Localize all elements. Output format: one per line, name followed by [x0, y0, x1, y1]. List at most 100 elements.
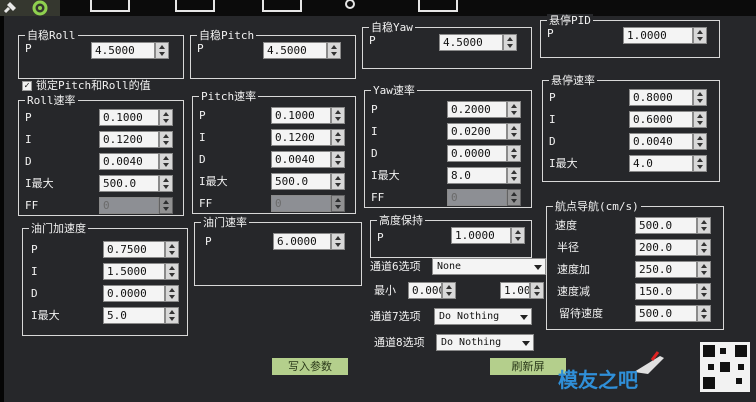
pitch-rate-imax-input[interactable]: 500.0: [271, 173, 331, 190]
param-label: D: [199, 153, 206, 166]
throttle-accel-p-spinner[interactable]: [165, 241, 179, 258]
loiter-rate-d-input[interactable]: 0.0040: [629, 133, 693, 150]
group-loiter-rate: 悬停速率 P 0.8000 I 0.6000 D 0.0040 I最大 4.0: [542, 74, 720, 182]
throttle-accel-imax-spinner[interactable]: [165, 307, 179, 324]
loiter-rate-imax-input[interactable]: 4.0: [629, 155, 693, 172]
ch6-max-input[interactable]: 1.000: [500, 282, 530, 299]
roll-rate-ff-input: 0: [99, 197, 159, 214]
throttle-accel-i-spinner[interactable]: [165, 263, 179, 280]
wpnav-speed-up-spinner[interactable]: [697, 261, 711, 278]
wpnav-loiter-speed-input[interactable]: 500.0: [635, 305, 697, 322]
pitch-rate-imax-spinner[interactable]: [331, 173, 345, 190]
wpnav-speed-dn-spinner[interactable]: [697, 283, 711, 300]
roll-rate-d-input[interactable]: 0.0040: [99, 153, 159, 170]
throttle-accel-d-input[interactable]: 0.0000: [103, 285, 165, 302]
loiter-p-input[interactable]: 1.0000: [623, 27, 693, 44]
wpnav-speed-input[interactable]: 500.0: [635, 217, 697, 234]
config-panel: 自稳Roll P 4.5000 自稳Pitch P 4.5000 自稳Yaw P…: [4, 14, 756, 402]
monitor-icon-3[interactable]: [262, 0, 302, 12]
pitch-rate-i-spinner[interactable]: [331, 129, 345, 146]
pitch-rate-d-input[interactable]: 0.0040: [271, 151, 331, 168]
loiter-rate-imax-spinner[interactable]: [693, 155, 707, 172]
param-label: I: [25, 133, 32, 146]
pitch-rate-p-spinner[interactable]: [331, 107, 345, 124]
group-loiter-pid: 悬停PID P 1.0000: [540, 14, 720, 58]
param-label: D: [549, 135, 556, 148]
roll-rate-p-spinner[interactable]: [159, 109, 173, 126]
throttle-accel-p-input[interactable]: 0.7500: [103, 241, 165, 258]
roll-p-input[interactable]: 4.5000: [91, 42, 155, 59]
link-icon[interactable]: [340, 0, 360, 14]
yaw-rate-i-spinner[interactable]: [507, 123, 521, 140]
lock-pitch-roll-label: 锁定Pitch和Roll的值: [36, 79, 151, 92]
ch6-select[interactable]: None: [432, 258, 546, 275]
ch6-min-spinner[interactable]: [442, 282, 456, 299]
roll-p-spinner[interactable]: [155, 42, 169, 59]
wpnav-speed-spinner[interactable]: [697, 217, 711, 234]
loiter-rate-p-spinner[interactable]: [693, 89, 707, 106]
group-waypoint-nav: 航点导航(cm/s) 速度 500.0 半径 200.0 速度加 250.0 速…: [546, 200, 724, 330]
pitch-rate-i-input[interactable]: 0.1200: [271, 129, 331, 146]
ch6-max-spinner[interactable]: [530, 282, 544, 299]
altitude-hold-p-input[interactable]: 1.0000: [451, 227, 511, 244]
qr-code: [700, 342, 750, 392]
param-label: P: [547, 27, 554, 40]
param-label: P: [369, 34, 376, 47]
monitor-icon-1[interactable]: [90, 0, 130, 12]
roll-rate-p-input[interactable]: 0.1000: [99, 109, 159, 126]
roll-rate-imax-input[interactable]: 500.0: [99, 175, 159, 192]
ch8-select[interactable]: Do Nothing: [436, 334, 534, 351]
ch6-label: 通道6选项: [370, 260, 421, 273]
wpnav-radius-spinner[interactable]: [697, 239, 711, 256]
wpnav-speed-up-input[interactable]: 250.0: [635, 261, 697, 278]
lock-pitch-roll-checkbox[interactable]: ✓: [22, 81, 32, 91]
param-label: D: [25, 155, 32, 168]
roll-rate-imax-spinner[interactable]: [159, 175, 173, 192]
throttle-accel-i-input[interactable]: 1.5000: [103, 263, 165, 280]
loiter-p-spinner[interactable]: [693, 27, 707, 44]
yaw-rate-imax-spinner[interactable]: [507, 167, 521, 184]
yaw-rate-i-input[interactable]: 0.0200: [447, 123, 507, 140]
loiter-rate-i-spinner[interactable]: [693, 111, 707, 128]
throttle-accel-d-spinner[interactable]: [165, 285, 179, 302]
pitch-p-input[interactable]: 4.5000: [263, 42, 327, 59]
write-params-button[interactable]: 写入参数: [272, 358, 348, 375]
group-altitude-hold: 高度保持 P 1.0000: [370, 214, 532, 258]
roll-rate-d-spinner[interactable]: [159, 153, 173, 170]
yaw-p-input[interactable]: 4.5000: [439, 34, 503, 51]
throttle-rate-p-input[interactable]: 6.0000: [273, 233, 331, 250]
ch6-min-input[interactable]: 0.000: [408, 282, 442, 299]
wpnav-loiter-speed-spinner[interactable]: [697, 305, 711, 322]
loiter-rate-d-spinner[interactable]: [693, 133, 707, 150]
pitch-rate-d-spinner[interactable]: [331, 151, 345, 168]
roll-rate-i-input[interactable]: 0.1200: [99, 131, 159, 148]
yaw-rate-d-input[interactable]: 0.0000: [447, 145, 507, 162]
yaw-p-spinner[interactable]: [503, 34, 517, 51]
yaw-rate-p-spinner[interactable]: [507, 101, 521, 118]
pitch-p-spinner[interactable]: [327, 42, 341, 59]
wpnav-radius-input[interactable]: 200.0: [635, 239, 697, 256]
group-stabilize-roll: 自稳Roll P 4.5000: [18, 29, 184, 79]
yaw-rate-imax-input[interactable]: 8.0: [447, 167, 507, 184]
tab-config[interactable]: [0, 0, 60, 16]
ch7-select[interactable]: Do Nothing: [434, 308, 532, 325]
pitch-rate-ff-input: 0: [271, 195, 331, 212]
ch8-selected-value: Do Nothing: [441, 337, 502, 348]
monitor-icon-4[interactable]: [418, 0, 458, 12]
param-label: P: [199, 109, 206, 122]
altitude-hold-p-spinner[interactable]: [511, 227, 525, 244]
yaw-rate-d-spinner[interactable]: [507, 145, 521, 162]
yaw-rate-p-input[interactable]: 0.2000: [447, 101, 507, 118]
pitch-rate-p-input[interactable]: 0.1000: [271, 107, 331, 124]
loiter-rate-p-input[interactable]: 0.8000: [629, 89, 693, 106]
monitor-icon-2[interactable]: [175, 0, 215, 12]
wpnav-speed-dn-input[interactable]: 150.0: [635, 283, 697, 300]
param-label: 留待速度: [559, 307, 603, 320]
roll-rate-i-spinner[interactable]: [159, 131, 173, 148]
throttle-rate-p-spinner[interactable]: [331, 233, 345, 250]
group-stabilize-yaw: 自稳Yaw P 4.5000: [362, 21, 532, 69]
param-label: I最大: [31, 309, 60, 322]
throttle-accel-imax-input[interactable]: 5.0: [103, 307, 165, 324]
loiter-rate-i-input[interactable]: 0.6000: [629, 111, 693, 128]
group-title: 悬停PID: [547, 14, 593, 27]
